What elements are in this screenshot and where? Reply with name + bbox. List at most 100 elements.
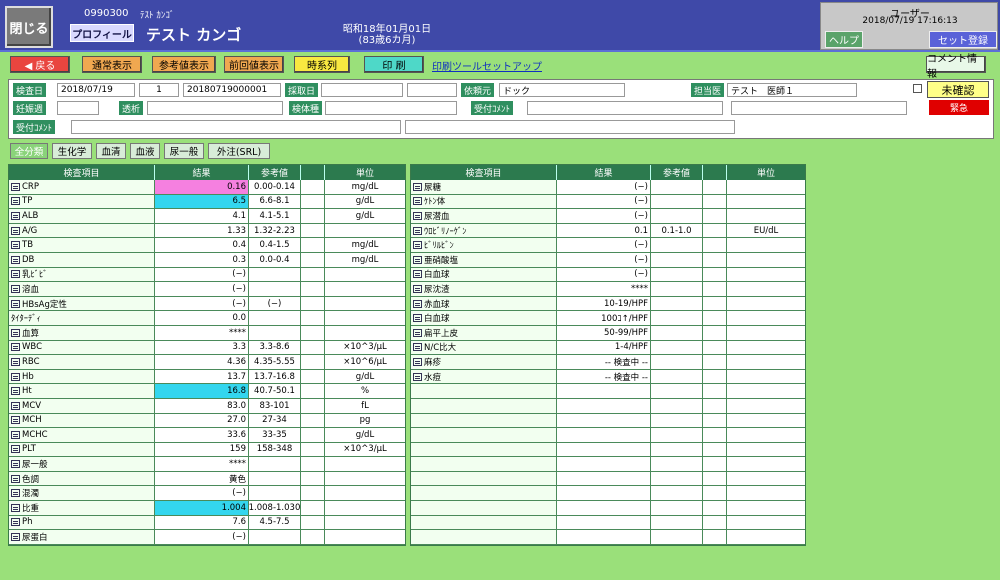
comment-icon[interactable] (413, 343, 422, 352)
comment-icon[interactable] (11, 270, 20, 279)
table-row[interactable]: 赤血球 10-19/HPF (411, 296, 805, 312)
comment-icon[interactable] (413, 226, 422, 235)
comment-icon[interactable] (11, 445, 20, 454)
table-row[interactable]: 色調 黄色 (9, 471, 405, 487)
table-row[interactable] (411, 442, 805, 458)
print-button[interactable]: 印 刷 (364, 56, 424, 73)
comment-icon[interactable] (11, 241, 20, 250)
table-row[interactable]: ﾀｲﾀｰﾃﾞｨ 0.0 (9, 311, 405, 326)
table-row[interactable]: 尿糖 (−) (411, 180, 805, 195)
table-row[interactable] (411, 471, 805, 487)
table-row[interactable]: 白血球 (−) (411, 267, 805, 283)
table-row[interactable]: Ht 16.8 40.7-50.1% (9, 384, 405, 399)
comment-icon[interactable] (11, 474, 20, 483)
doctor-field[interactable]: テスト 医師１ (727, 83, 857, 97)
table-row[interactable]: 白血球 100ｺ↑/HPF (411, 311, 805, 326)
exam-date-field[interactable]: 2018/07/19 (57, 83, 135, 97)
collect-date-field[interactable] (321, 83, 403, 97)
comment-icon[interactable] (11, 387, 20, 396)
comment-icon[interactable] (11, 460, 20, 469)
comment-icon[interactable] (11, 226, 20, 235)
comment-icon[interactable] (413, 372, 422, 381)
table-row[interactable]: CRP 0.16 0.00-0.14 mg/dL (9, 180, 405, 195)
comment-icon[interactable] (11, 328, 20, 337)
previous-view-button[interactable]: 前回値表示 (224, 56, 284, 73)
comment-icon[interactable] (413, 182, 422, 191)
table-row[interactable] (411, 457, 805, 472)
table-row[interactable] (411, 398, 805, 414)
table-row[interactable]: 比重 1.004 1.008-1.030 (9, 501, 405, 516)
comment-icon[interactable] (11, 299, 20, 308)
table-row[interactable]: WBC 3.3 3.3-8.6 ×10^3/μL (9, 340, 405, 356)
table-row[interactable]: MCV 83.0 83-101 fL (9, 398, 405, 414)
comment-icon[interactable] (413, 270, 422, 279)
specimen-field[interactable] (325, 101, 457, 115)
comment-icon[interactable] (11, 503, 20, 512)
comment-icon[interactable] (11, 211, 20, 220)
requester-field[interactable]: ドック (499, 83, 625, 97)
comment-icon[interactable] (11, 518, 20, 527)
table-row[interactable]: 扁平上皮 50-99/HPF (411, 325, 805, 341)
table-row[interactable] (411, 486, 805, 502)
comment-icon[interactable] (11, 197, 20, 206)
comment-icon[interactable] (413, 357, 422, 366)
timeseries-button[interactable]: 時系列 (294, 56, 350, 73)
comment-icon[interactable] (11, 255, 20, 264)
table-row[interactable]: 尿一般 **** (9, 457, 405, 472)
comment-icon[interactable] (11, 343, 20, 352)
profile-button[interactable]: プロフィール (70, 24, 134, 42)
table-row[interactable]: A/G 1.33 1.32-2.23 (9, 223, 405, 239)
table-row[interactable]: Hb 13.7 13.7-16.8 g/dL (9, 369, 405, 385)
table-row[interactable]: ﾋﾞﾘﾙﾋﾞﾝ (−) (411, 238, 805, 253)
comment-icon[interactable] (11, 533, 20, 542)
tab-biochemistry[interactable]: 生化学 (52, 143, 92, 159)
table-row[interactable]: 乳ﾋﾞﾋﾞ (−) (9, 267, 405, 283)
help-button[interactable]: ヘルプ (825, 31, 863, 48)
comment-icon[interactable] (11, 182, 20, 191)
comment-icon[interactable] (413, 255, 422, 264)
table-row[interactable]: ALB 4.1 4.1-5.1 g/dL (9, 209, 405, 224)
exam-number-field[interactable]: 20180719000001 (183, 83, 281, 97)
reception-comment3-field[interactable] (405, 120, 735, 134)
table-row[interactable]: MCHC 33.6 33-35 g/dL (9, 428, 405, 443)
normal-view-button[interactable]: 通常表示 (82, 56, 142, 73)
table-row[interactable]: N/C比大 1-4/HPF (411, 340, 805, 356)
table-row[interactable] (411, 530, 805, 545)
tab-blood[interactable]: 血液 (130, 143, 160, 159)
close-button[interactable]: 閉じる (5, 6, 53, 48)
comment-icon[interactable] (413, 197, 422, 206)
table-row[interactable] (411, 413, 805, 429)
comment-icon[interactable] (11, 401, 20, 410)
reception-comment2-field[interactable] (71, 120, 401, 134)
table-row[interactable]: 血算 **** (9, 325, 405, 341)
table-row[interactable]: ｳﾛﾋﾞﾘﾉｰｹﾞﾝ 0.1 0.1-1.0 EU/dL (411, 223, 805, 239)
table-row[interactable]: ｹﾄﾝ体 (−) (411, 194, 805, 210)
table-row[interactable]: 混濁 (−) (9, 486, 405, 502)
comment-icon[interactable] (11, 416, 20, 425)
table-row[interactable]: 尿蛋白 (−) (9, 530, 405, 545)
table-row[interactable]: MCH 27.0 27-34 pg (9, 413, 405, 429)
table-row[interactable]: 亜硝酸塩 (−) (411, 252, 805, 268)
extra-field[interactable] (731, 101, 907, 115)
reference-view-button[interactable]: 参考値表示 (152, 56, 216, 73)
comment-icon[interactable] (413, 314, 422, 323)
tab-all[interactable]: 全分類 (10, 143, 48, 159)
tab-urine[interactable]: 尿一般 (164, 143, 204, 159)
comment-icon[interactable] (413, 241, 422, 250)
comment-icon[interactable] (11, 372, 20, 381)
table-row[interactable]: HBsAg定性 (−) (−) (9, 296, 405, 312)
table-row[interactable] (411, 384, 805, 399)
table-row[interactable]: DB 0.3 0.0-0.4 mg/dL (9, 252, 405, 268)
table-row[interactable]: 尿潜血 (−) (411, 209, 805, 224)
comment-icon[interactable] (11, 357, 20, 366)
comment-icon[interactable] (413, 211, 422, 220)
comment-icon[interactable] (413, 284, 422, 293)
reception-comment-field[interactable] (527, 101, 723, 115)
table-row[interactable]: 尿沈渣 **** (411, 282, 805, 297)
comment-icon[interactable] (413, 299, 422, 308)
sequence-field[interactable]: 1 (139, 83, 179, 97)
table-row[interactable]: RBC 4.36 4.35-5.55 ×10^6/μL (9, 355, 405, 370)
tab-external-srl[interactable]: 外注(SRL) (208, 143, 270, 159)
table-row[interactable] (411, 515, 805, 531)
table-row[interactable]: TB 0.4 0.4-1.5 mg/dL (9, 238, 405, 253)
